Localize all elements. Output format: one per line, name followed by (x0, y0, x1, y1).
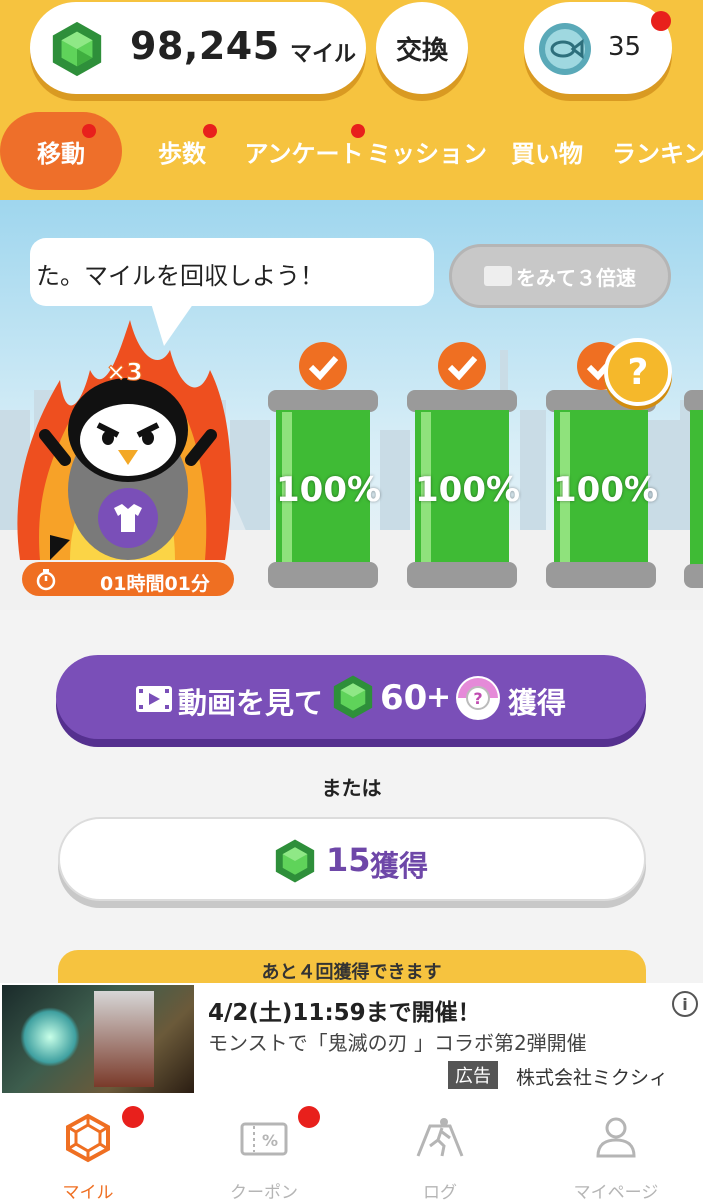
info-icon[interactable]: i (672, 991, 698, 1017)
nav-miles-badge (122, 1106, 144, 1128)
ad-image[interactable] (2, 985, 194, 1093)
bottom-nav: マイル % クーポン ログ マイページ (0, 1096, 703, 1200)
ad-company: 株式会社ミクシィ (516, 1067, 669, 1089)
category-tabs: 移動 歩数 アンケート ミッション 買い物 ランキン (0, 112, 703, 190)
tab-move[interactable]: 移動 (0, 112, 122, 190)
mystery-bonus-button[interactable]: ? (604, 338, 672, 406)
plus-sign: + (426, 680, 452, 715)
tank-1-percent: 100% (276, 470, 382, 510)
tab-label: アンケート (244, 139, 364, 168)
tab-survey[interactable]: アンケート (244, 112, 364, 190)
tab-label: ミッション (367, 139, 487, 168)
penguin-character (17, 320, 232, 560)
timer-text: 01時間01分 (100, 573, 210, 595)
video-icon (484, 266, 512, 286)
tank-2-percent: 100% (415, 470, 521, 510)
coin-balance[interactable]: 35 (524, 2, 672, 94)
coupon-icon: % (240, 1122, 288, 1156)
gem-icon (52, 21, 102, 77)
triple-speed-button[interactable]: をみて３倍速 (449, 244, 671, 308)
tab-label: ランキン (612, 139, 703, 168)
multiplier-label: ×3 (106, 358, 144, 387)
mile-tank-partial (684, 390, 703, 588)
get-reward-amount: 15 (326, 841, 371, 879)
tab-move-badge (82, 124, 96, 138)
exchange-button[interactable]: 交換 (376, 2, 468, 94)
nav-label: ログ (423, 1183, 457, 1200)
mile-collection-scene: た。マイルを回収しよう！ をみて３倍速 ×3 01時間01分 100% 100%… (0, 200, 703, 610)
tab-label: 買い物 (511, 139, 583, 168)
coin-notification-badge (651, 11, 671, 31)
triple-speed-label: をみて３倍速 (516, 265, 636, 290)
or-label: または (321, 776, 382, 800)
ad-title: 4/2(土)11:59まで開催！ (208, 1000, 481, 1026)
tab-mission[interactable]: ミッション (367, 112, 487, 190)
gem-outline-icon (66, 1113, 110, 1163)
tab-ranking[interactable]: ランキン (612, 112, 703, 190)
miles-value: 98,245 (130, 24, 280, 68)
mystery-capsule-icon: ? (456, 676, 500, 720)
stopwatch-icon (36, 569, 56, 591)
tab-shopping[interactable]: 買い物 (504, 112, 590, 190)
nav-mypage[interactable]: マイページ (528, 1096, 703, 1200)
watch-reward-amount: 60 (380, 678, 428, 718)
video-icon (136, 686, 172, 712)
remaining-count-text: あと４回獲得できます (261, 962, 442, 983)
ad-banner[interactable]: 4/2(土)11:59まで開催！ モンストで「鬼滅の刃 」コラボ第2弾開催 広告… (0, 983, 703, 1096)
ad-description: モンストで「鬼滅の刃 」コラボ第2弾開催 (208, 1031, 587, 1055)
svg-text:?: ? (473, 689, 482, 708)
speech-text: た。マイルを回収しよう！ (36, 262, 324, 290)
mystery-label: ? (627, 351, 649, 393)
nav-miles[interactable]: マイル (0, 1096, 176, 1200)
tab-steps-badge (203, 124, 217, 138)
nav-label: マイページ (573, 1183, 659, 1200)
walking-log-icon (416, 1118, 464, 1157)
ad-label-badge: 広告 (448, 1061, 498, 1089)
watch-video-label: 動画を見て (178, 686, 324, 720)
nav-label: マイル (62, 1183, 114, 1200)
svg-text:%: % (262, 1131, 278, 1150)
header: 98,245 マイル 交換 35 移動 歩数 アンケート ミッション 買い物 ラ… (0, 0, 703, 200)
tank-3-percent: 100% (553, 470, 659, 510)
nav-coupon[interactable]: % クーポン (176, 1096, 352, 1200)
nav-label: クーポン (230, 1183, 298, 1200)
user-icon (596, 1117, 636, 1158)
watch-get-label: 獲得 (508, 686, 567, 720)
nav-coupon-badge (298, 1106, 320, 1128)
nav-log[interactable]: ログ (352, 1096, 528, 1200)
miles-balance[interactable]: 98,245 マイル (30, 2, 366, 94)
get-label: 獲得 (370, 849, 429, 883)
miles-unit: マイル (290, 42, 357, 67)
gem-icon (333, 675, 373, 719)
tab-survey-badge (351, 124, 365, 138)
gem-icon (275, 839, 315, 883)
ad-image-character (94, 991, 154, 1087)
tab-label: 移動 (37, 139, 85, 168)
ad-image-glow (20, 1007, 80, 1067)
fish-coin-icon (539, 23, 591, 75)
tab-label: 歩数 (158, 139, 206, 168)
coin-count: 35 (608, 32, 642, 62)
